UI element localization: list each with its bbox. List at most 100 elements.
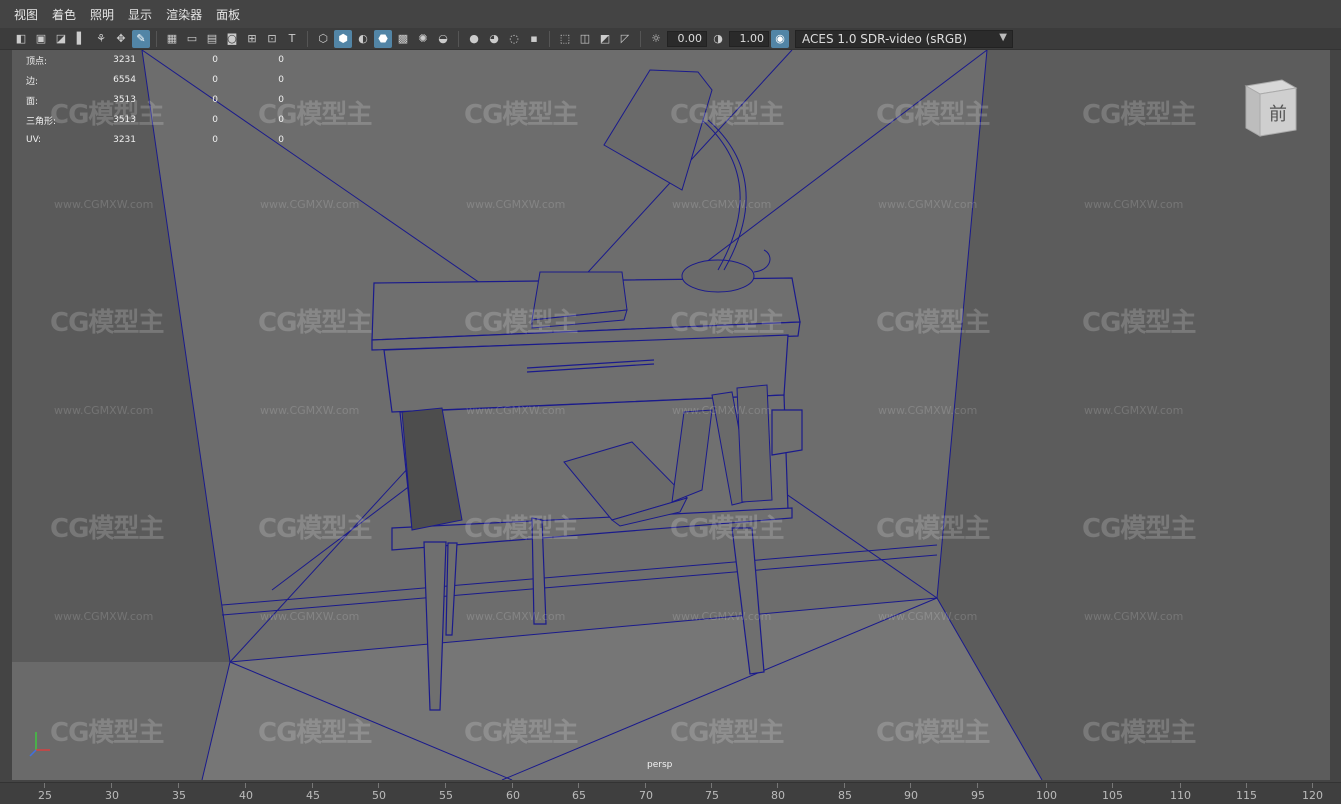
backface-culling-icon[interactable]: ◸ (616, 30, 634, 48)
bookmark-flag-icon[interactable]: ▌ (72, 30, 90, 48)
use-all-lights-icon[interactable]: ✺ (414, 30, 432, 48)
ruler-tick (844, 783, 845, 788)
ruler-frame-label: 105 (1102, 789, 1123, 802)
ruler-tick (178, 783, 179, 788)
field-chart-icon[interactable]: ⊞ (243, 30, 261, 48)
hud-value: 0 (278, 115, 284, 125)
ruler-tick (910, 783, 911, 788)
exposure-field[interactable]: 0.00 (667, 30, 707, 47)
camera-attributes-icon[interactable]: ▣ (32, 30, 50, 48)
3d-viewport[interactable]: CG模型主 CG模型主 CG模型主 CG模型主 CG模型主 CG模型主 CG模型… (12, 50, 1330, 780)
hud-row-uvs: UV: 3231 0 0 (26, 130, 284, 150)
shadows-icon[interactable]: ◒ (434, 30, 452, 48)
ruler-tick (312, 783, 313, 788)
image-plane-icon[interactable]: ⚘ (92, 30, 110, 48)
smooth-shade-icon[interactable]: ⬢ (334, 29, 352, 48)
grease-pencil-icon[interactable]: ✎ (132, 29, 150, 48)
wireframe-icon[interactable]: ⬡ (314, 30, 332, 48)
ruler-frame-label: 45 (306, 789, 320, 802)
textured-icon[interactable]: ▩ (394, 30, 412, 48)
ruler-tick (777, 783, 778, 788)
ruler-tick (445, 783, 446, 788)
ruler-frame-label: 75 (705, 789, 719, 802)
color-management-icon[interactable]: ◉ (771, 29, 789, 48)
depth-of-field-icon[interactable]: ▪ (525, 30, 543, 48)
toolbar-separator (458, 30, 459, 47)
ruler-tick (1180, 783, 1181, 788)
ruler-frame-label: 70 (639, 789, 653, 802)
ruler-tick (1312, 783, 1313, 788)
xray-joints-icon[interactable]: ◩ (596, 30, 614, 48)
gamma-field[interactable]: 1.00 (729, 30, 769, 47)
viewcube[interactable]: 前 (1242, 78, 1298, 138)
ruler-tick (1112, 783, 1113, 788)
hud-row-edges: 边: 6554 0 0 (26, 70, 284, 90)
chevron-down-icon: ▼ (999, 31, 1007, 43)
camera-icon[interactable]: ◧ (12, 30, 30, 48)
ruler-tick (44, 783, 45, 788)
camera-name-label: persp (647, 760, 673, 770)
gate-mask-icon[interactable]: ◙ (223, 30, 241, 48)
ruler-frame-label: 100 (1036, 789, 1057, 802)
ruler-frame-label: 110 (1170, 789, 1191, 802)
hud-label: 三角形: (26, 116, 57, 127)
timeline-ruler[interactable]: 25 30 35 40 45 50 55 60 65 70 75 80 85 9… (0, 782, 1341, 804)
default-material-icon[interactable]: ◐ (354, 30, 372, 48)
wireframe-on-shaded-icon[interactable]: ⬣ (374, 29, 392, 48)
hud-value: 0 (278, 55, 284, 65)
safe-title-icon[interactable]: T (283, 30, 301, 48)
ruler-frame-label: 30 (105, 789, 119, 802)
hud-value: 0 (278, 75, 284, 85)
xray-icon[interactable]: ◫ (576, 30, 594, 48)
ruler-tick (711, 783, 712, 788)
ruler-tick (111, 783, 112, 788)
menu-shading[interactable]: 着色 (52, 6, 76, 23)
ruler-frame-label: 25 (38, 789, 52, 802)
exposure-icon[interactable]: ☼ (647, 30, 665, 48)
ruler-tick (645, 783, 646, 788)
menu-lighting[interactable]: 照明 (90, 6, 114, 23)
view-transform-label: ACES 1.0 SDR-video (sRGB) (802, 31, 968, 46)
hud-label: 顶点: (26, 56, 48, 67)
hud-value: 0 (212, 95, 218, 105)
ruler-frame-label: 40 (239, 789, 253, 802)
hud-value: 0 (212, 75, 218, 85)
bookmark-icon[interactable]: ◪ (52, 30, 70, 48)
screen-space-ao-icon[interactable]: ● (465, 30, 483, 48)
gamma-icon[interactable]: ◑ (709, 30, 727, 48)
hud-value: 0 (212, 135, 218, 145)
hud-value: 0 (212, 55, 218, 65)
ruler-tick (245, 783, 246, 788)
resolution-gate-icon[interactable]: ▤ (203, 30, 221, 48)
hud-row-faces: 面: 3513 0 0 (26, 90, 284, 110)
film-gate-icon[interactable]: ▭ (183, 30, 201, 48)
ruler-frame-label: 55 (439, 789, 453, 802)
ruler-tick (578, 783, 579, 788)
anti-aliasing-icon[interactable]: ◌ (505, 30, 523, 48)
isolate-select-icon[interactable]: ⬚ (556, 30, 574, 48)
ruler-frame-label: 50 (372, 789, 386, 802)
hud-label: UV: (26, 135, 42, 145)
ruler-frame-label: 95 (971, 789, 985, 802)
toolbar-separator (307, 30, 308, 47)
panel-toolbar: ◧ ▣ ◪ ▌ ⚘ ✥ ✎ ▦ ▭ ▤ ◙ ⊞ ⊡ T ⬡ ⬢ ◐ ⬣ ▩ ✺ … (0, 28, 1341, 50)
ruler-frame-label: 115 (1236, 789, 1257, 802)
view-transform-dropdown[interactable]: ACES 1.0 SDR-video (sRGB) ▼ (795, 29, 1013, 48)
ruler-tick (378, 783, 379, 788)
ruler-tick (1246, 783, 1247, 788)
toolbar-separator (640, 30, 641, 47)
hud-row-triangles: 三角形: 3513 0 0 (26, 110, 284, 130)
menu-panels[interactable]: 面板 (216, 6, 240, 23)
2d-pan-zoom-icon[interactable]: ✥ (112, 30, 130, 48)
safe-action-icon[interactable]: ⊡ (263, 30, 281, 48)
hud-value: 0 (278, 135, 284, 145)
menu-show[interactable]: 显示 (128, 6, 152, 23)
hud-value: 3231 (113, 135, 136, 145)
menu-view[interactable]: 视图 (14, 6, 38, 23)
grid-icon[interactable]: ▦ (163, 30, 181, 48)
hud-value: 3513 (113, 95, 136, 105)
menu-renderer[interactable]: 渲染器 (166, 6, 202, 23)
viewcube-icon: 前 (1244, 79, 1298, 137)
motion-blur-icon[interactable]: ◕ (485, 30, 503, 48)
hud-value: 3231 (113, 55, 136, 65)
